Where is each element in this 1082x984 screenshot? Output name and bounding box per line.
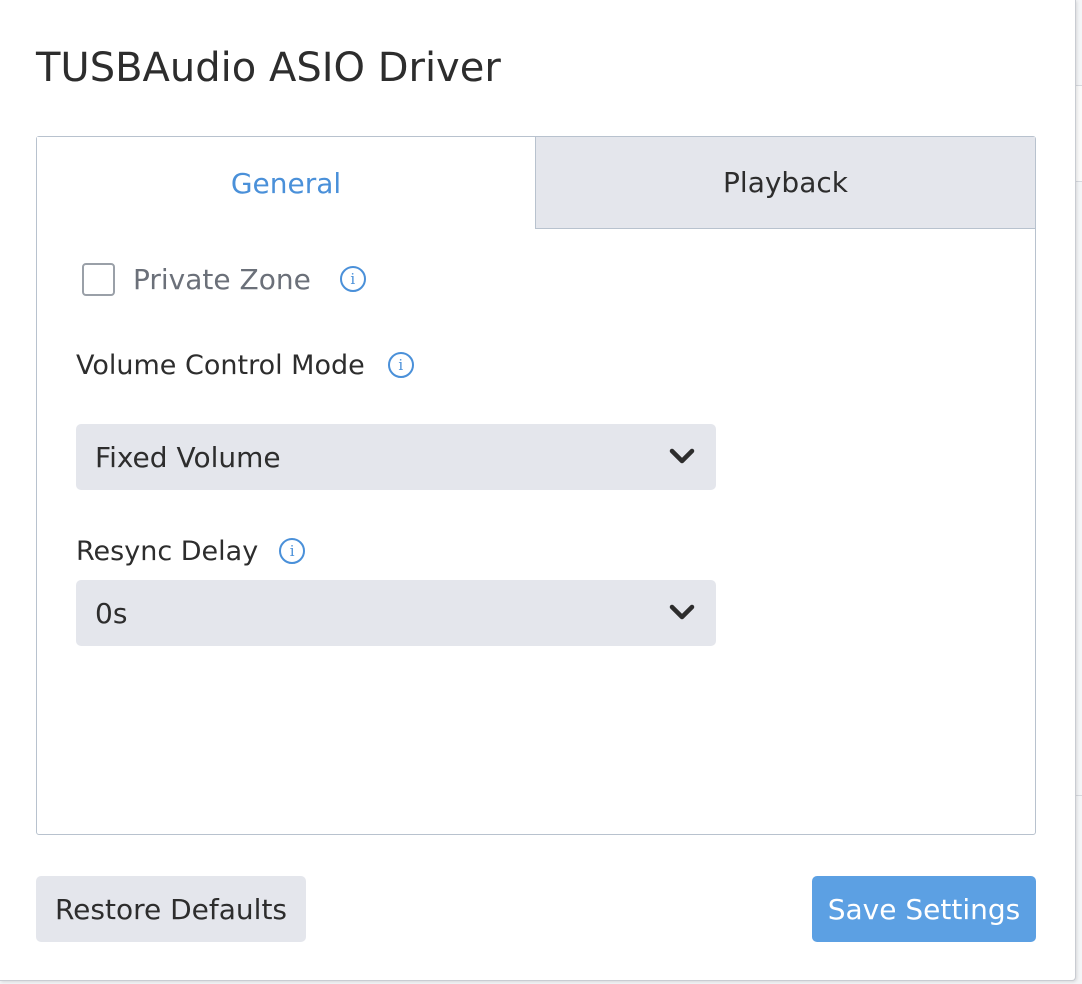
resync-delay-value: 0s — [95, 596, 128, 630]
dialog-title: TUSBAudio ASIO Driver — [36, 45, 501, 91]
private-zone-row: Private Zone i — [82, 261, 366, 297]
private-zone-checkbox[interactable] — [82, 262, 115, 296]
resync-delay-select[interactable]: 0s — [76, 580, 716, 646]
background-divider — [1075, 85, 1082, 182]
chevron-down-icon — [669, 604, 695, 620]
info-icon[interactable]: i — [339, 266, 366, 292]
background-divider — [1075, 795, 1082, 796]
chevron-down-icon — [669, 448, 695, 464]
restore-defaults-button[interactable]: Restore Defaults — [36, 876, 306, 942]
volume-control-mode-label: Volume Control Mode — [76, 349, 365, 381]
volume-control-mode-label-row: Volume Control Mode i — [76, 347, 414, 383]
private-zone-label: Private Zone — [133, 262, 311, 296]
tab-playback[interactable]: Playback — [535, 137, 1035, 229]
resync-delay-label: Resync Delay — [76, 535, 259, 567]
tab-panel: General Playback Private Zone i Volume C… — [36, 136, 1036, 835]
resync-delay-label-row: Resync Delay i — [76, 533, 306, 569]
tab-general[interactable]: General — [37, 137, 535, 229]
volume-control-mode-select[interactable]: Fixed Volume — [76, 424, 716, 490]
info-icon[interactable]: i — [387, 352, 414, 378]
volume-control-mode-value: Fixed Volume — [95, 440, 281, 474]
settings-dialog: TUSBAudio ASIO Driver General Playback P… — [0, 0, 1076, 981]
info-icon[interactable]: i — [279, 538, 306, 564]
save-settings-button[interactable]: Save Settings — [812, 876, 1036, 942]
